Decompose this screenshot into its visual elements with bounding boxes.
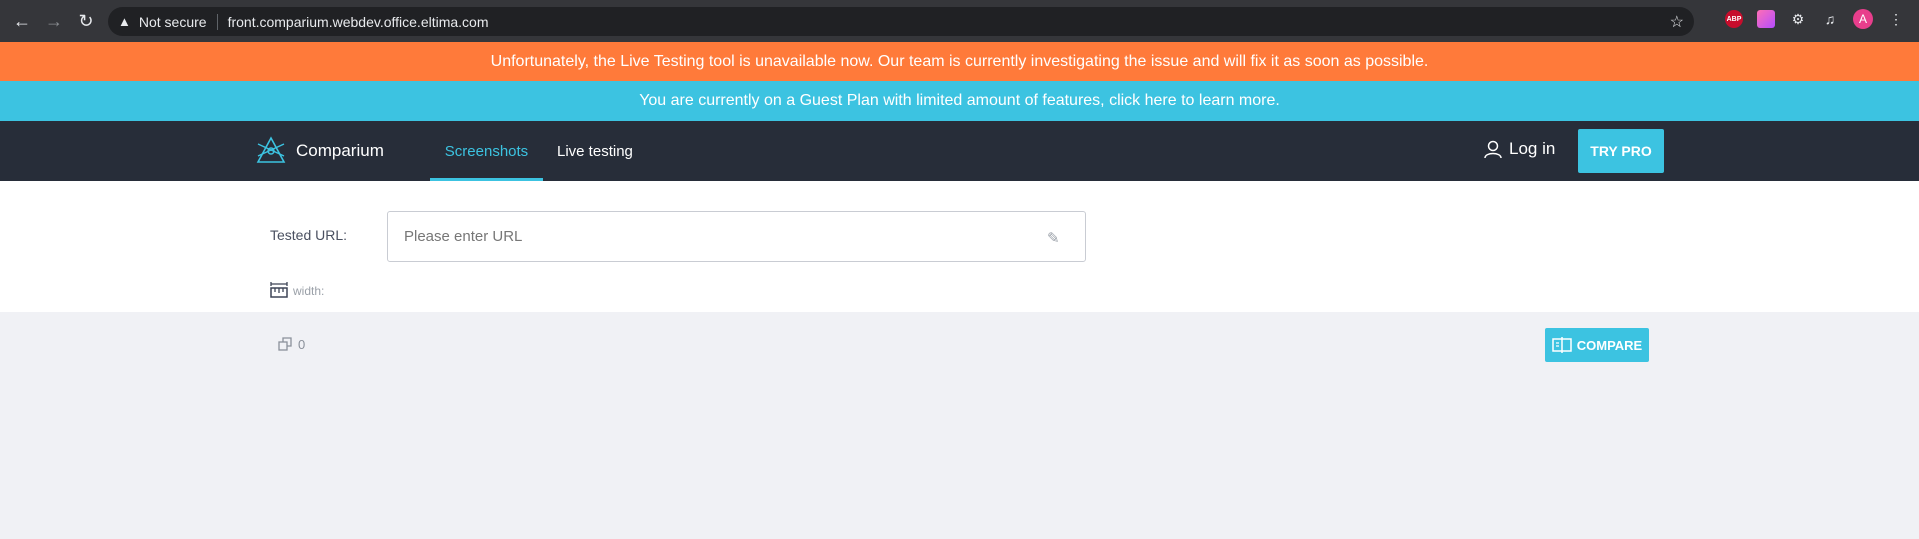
browser-nav: ← → ↻ [0, 7, 100, 35]
selected-count: 0 [278, 337, 305, 352]
login-label[interactable]: Log in [1509, 139, 1555, 159]
extension-icon[interactable] [1757, 10, 1775, 28]
url-input[interactable] [387, 211, 1086, 262]
puzzle-icon[interactable]: ⚙ [1789, 10, 1807, 28]
adblock-icon[interactable]: ABP [1725, 10, 1743, 28]
media-icon[interactable]: ♫ [1821, 10, 1839, 28]
profile-avatar[interactable]: A [1853, 9, 1873, 29]
address-url[interactable]: front.comparium.webdev.office.eltima.com [228, 14, 489, 30]
brand-name: Comparium [296, 141, 384, 160]
browser-toolbar: ← → ↻ ▲ Not secure front.comparium.webde… [0, 0, 1919, 42]
ruler-icon [270, 282, 288, 298]
address-separator [216, 13, 218, 30]
unavailable-banner: Unfortunately, the Live Testing tool is … [0, 42, 1919, 81]
copy-icon [278, 337, 292, 351]
width-label: width: [293, 284, 325, 298]
guest-plan-banner-text[interactable]: You are currently on a Guest Plan with l… [639, 92, 1280, 110]
guest-plan-banner[interactable]: You are currently on a Guest Plan with l… [0, 81, 1919, 121]
brand-logo[interactable]: Comparium [254, 134, 384, 168]
site-header: Comparium Screenshots Live testing Log i… [0, 121, 1919, 181]
reload-icon[interactable]: ↻ [72, 7, 100, 35]
pencil-icon[interactable]: ✎ [1047, 229, 1060, 247]
width-selector[interactable]: width: [269, 281, 324, 301]
selected-count-value: 0 [298, 337, 306, 352]
compare-label[interactable]: COMPARE [1577, 338, 1642, 353]
comparium-logo-icon [256, 136, 286, 163]
login-link[interactable]: Log in [1483, 139, 1555, 159]
compare-button[interactable]: COMPARE [1545, 328, 1649, 362]
warning-icon: ▲ [118, 14, 131, 29]
url-form: Tested URL: ✎ width: [0, 181, 1919, 312]
unavailable-banner-text: Unfortunately, the Live Testing tool is … [490, 52, 1429, 70]
menu-icon[interactable]: ⋮ [1887, 10, 1905, 28]
tab-screenshots[interactable]: Screenshots [430, 121, 543, 181]
back-icon[interactable]: ← [8, 7, 36, 35]
not-secure-label: Not secure [138, 13, 207, 30]
try-pro-button[interactable]: TRY PRO [1578, 129, 1664, 173]
star-icon[interactable]: ☆ [1670, 12, 1684, 32]
tested-url-label: Tested URL: [270, 227, 348, 243]
forward-icon[interactable]: → [40, 7, 68, 35]
compare-icon [1552, 337, 1572, 353]
extensions-area: ABP ⚙ ♫ A ⋮ [1725, 9, 1905, 29]
user-icon [1484, 140, 1502, 159]
address-bar[interactable]: ▲ Not secure front.comparium.webdev.offi… [108, 7, 1694, 36]
tab-live-testing[interactable]: Live testing [557, 121, 633, 181]
